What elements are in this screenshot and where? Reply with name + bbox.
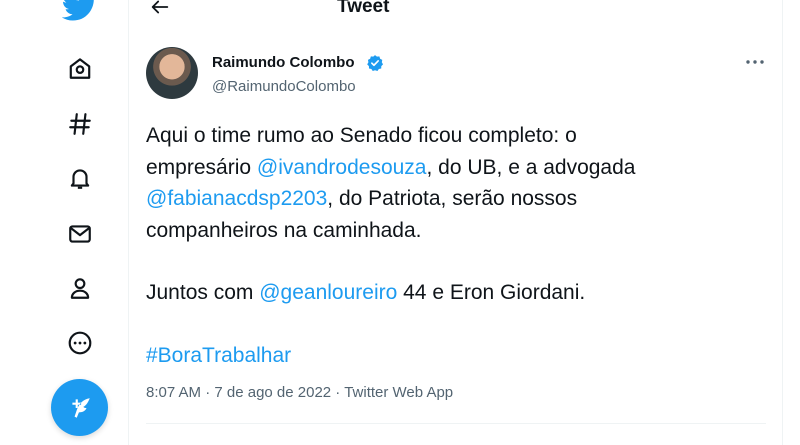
column-divider-right: [782, 0, 783, 445]
mention-link[interactable]: @ivandrodesouza: [257, 156, 427, 179]
home-icon[interactable]: [64, 52, 96, 84]
more-circle-icon[interactable]: [64, 327, 96, 359]
back-arrow-icon[interactable]: [149, 0, 171, 18]
author-display-name[interactable]: Raimundo Colombo: [212, 54, 355, 71]
tweet-line: Juntos com @geanloureiro 44 e Eron Giord…: [146, 277, 766, 309]
twitter-logo-icon[interactable]: [62, 0, 98, 24]
verified-badge-icon: [367, 55, 384, 72]
compose-tweet-button[interactable]: [51, 379, 108, 436]
column-divider-left: [128, 0, 129, 445]
tweet-line: empresário @ivandrodesouza, do UB, e a a…: [146, 152, 766, 184]
tweet-text-segment: companheiros na caminhada.: [146, 218, 422, 242]
author-avatar[interactable]: [146, 47, 198, 99]
messages-envelope-icon[interactable]: [64, 218, 96, 250]
explore-hashtag-icon[interactable]: [64, 108, 96, 140]
tweet-line: Aqui o time rumo ao Senado ficou complet…: [146, 120, 766, 152]
mention-link[interactable]: @geanloureiro: [259, 281, 397, 304]
tweet-line: companheiros na caminhada.: [146, 215, 766, 247]
tweet-text: Aqui o time rumo ao Senado ficou complet…: [146, 120, 766, 371]
tweet-text-segment: empresário: [146, 155, 257, 179]
tweet-line: #BoraTrabalhar: [146, 340, 766, 372]
hashtag-link[interactable]: #BoraTrabalhar: [146, 344, 291, 367]
left-navigation: [0, 0, 128, 445]
tweet-text-segment: , do UB, e a advogada: [426, 155, 636, 179]
author-handle[interactable]: @RaimundoColombo: [212, 78, 356, 95]
meta-divider: [146, 423, 766, 424]
notifications-bell-icon[interactable]: [64, 162, 96, 194]
page-title: Tweet: [337, 0, 390, 17]
page-header: Tweet: [129, 0, 782, 22]
tweet-text-segment: Aqui o time rumo ao Senado ficou complet…: [146, 124, 577, 147]
tweet-text-segment: 44 e Eron Giordani.: [397, 281, 586, 304]
tweet-timestamp[interactable]: 8:07 AM · 7 de ago de 2022 · Twitter Web…: [146, 384, 453, 401]
more-options-icon[interactable]: [744, 56, 766, 68]
profile-person-icon[interactable]: [64, 272, 96, 304]
tweet-text-segment: , do Patriota, serão nossos: [327, 187, 578, 210]
tweet-text-segment: Juntos com: [146, 281, 260, 304]
tweet-line: @fabianacdsp2203, do Patriota, serão nos…: [146, 183, 766, 215]
feather-plus-icon: [71, 397, 90, 418]
mention-link[interactable]: @fabianacdsp2203: [146, 187, 327, 210]
